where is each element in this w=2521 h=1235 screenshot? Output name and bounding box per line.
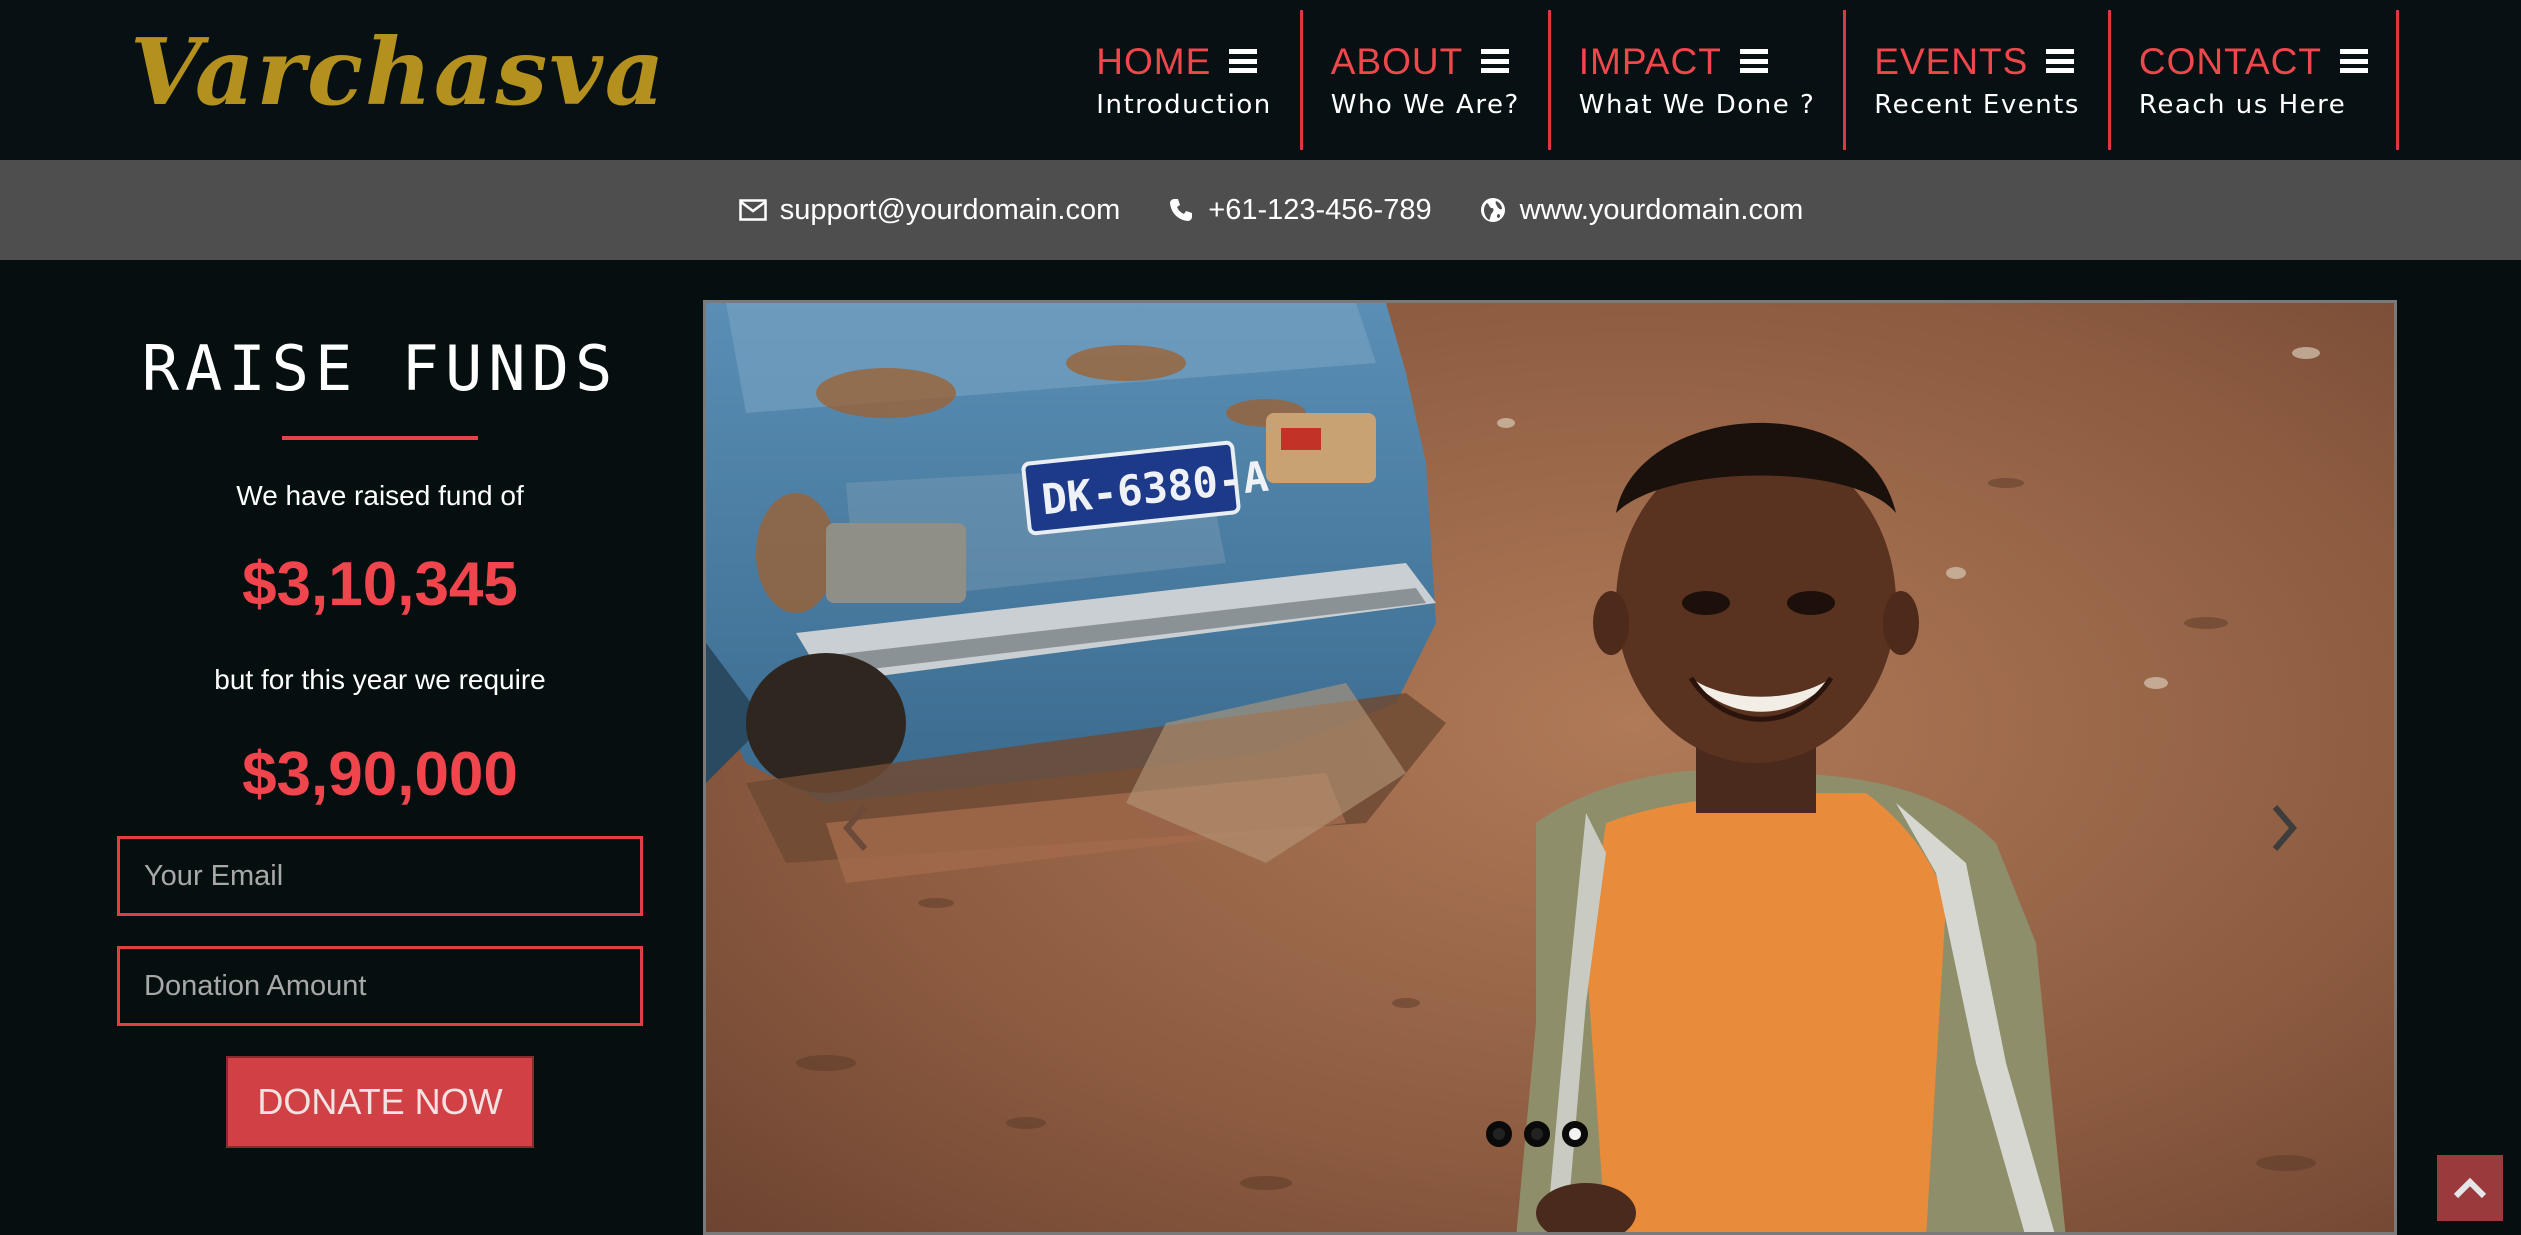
contact-website-text: www.yourdomain.com xyxy=(1519,193,1804,226)
nav-item-contact[interactable]: CONTACT Reach us Here xyxy=(2111,10,2399,150)
slider-pagination xyxy=(1486,1121,1588,1147)
require-amount: $3,90,000 xyxy=(242,740,518,809)
nav-item-subtitle: Recent Events xyxy=(1874,89,2080,120)
nav-item-impact[interactable]: IMPACT What We Done ? xyxy=(1551,10,1847,150)
bars-icon xyxy=(2046,49,2075,73)
nav-item-title: EVENTS xyxy=(1874,40,2029,82)
fund-title-divider xyxy=(282,436,478,440)
slide-photo: DK-6380-A xyxy=(706,303,2394,1232)
nav-item-title: IMPACT xyxy=(1578,40,1722,82)
site-header: Varchasva HOME Introduction ABOUT Who We… xyxy=(0,0,2521,160)
envelope-icon xyxy=(738,195,768,225)
nav-item-subtitle: Introduction xyxy=(1096,89,1272,120)
main-nav: HOME Introduction ABOUT Who We Are? IMPA… xyxy=(1096,10,2399,150)
bars-icon xyxy=(1229,49,1258,73)
nav-item-home[interactable]: HOME Introduction xyxy=(1096,10,1303,150)
donate-now-button[interactable]: DONATE NOW xyxy=(226,1056,534,1148)
contact-email-text: support@yourdomain.com xyxy=(779,193,1121,226)
email-field[interactable] xyxy=(117,836,643,916)
site-logo[interactable]: Varchasva xyxy=(130,26,666,118)
contact-website[interactable]: www.yourdomain.com xyxy=(1478,193,1804,227)
contact-phone[interactable]: +61-123-456-789 xyxy=(1166,193,1432,227)
slider-dot-3[interactable] xyxy=(1562,1121,1588,1147)
slider-prev-button[interactable] xyxy=(826,793,886,863)
nav-item-title: HOME xyxy=(1096,40,1212,82)
globe-icon xyxy=(1478,195,1508,225)
raised-amount: $3,10,345 xyxy=(242,550,518,619)
raise-funds-panel: RAISE FUNDS We have raised fund of $3,10… xyxy=(117,300,643,1148)
chevron-left-icon xyxy=(843,805,868,851)
slider-dot-2[interactable] xyxy=(1524,1121,1550,1147)
contact-bar: support@yourdomain.com +61-123-456-789 w… xyxy=(0,160,2521,260)
contact-email[interactable]: support@yourdomain.com xyxy=(738,193,1121,227)
donation-amount-field[interactable] xyxy=(117,946,643,1026)
slider-dot-1[interactable] xyxy=(1486,1121,1512,1147)
chevron-up-icon xyxy=(2453,1177,2487,1199)
bars-icon xyxy=(1739,49,1768,73)
nav-item-title: ABOUT xyxy=(1330,40,1464,82)
require-label: but for this year we require xyxy=(214,664,546,695)
fund-title: RAISE FUNDS xyxy=(141,332,619,405)
nav-item-subtitle: Reach us Here xyxy=(2138,89,2347,120)
nav-item-about[interactable]: ABOUT Who We Are? xyxy=(1303,10,1551,150)
contact-phone-text: +61-123-456-789 xyxy=(1208,193,1432,226)
image-slider: DK-6380-A xyxy=(703,300,2397,1235)
nav-item-events[interactable]: EVENTS Recent Events xyxy=(1846,10,2111,150)
nav-item-subtitle: What We Done ? xyxy=(1578,89,1816,120)
bars-icon xyxy=(2340,49,2368,73)
back-to-top-button[interactable] xyxy=(2437,1155,2503,1221)
slider-next-button[interactable] xyxy=(2254,793,2314,863)
nav-item-title: CONTACT xyxy=(2138,40,2322,82)
phone-icon xyxy=(1166,195,1196,225)
raised-label: We have raised fund of xyxy=(236,480,524,511)
bars-icon xyxy=(1481,49,1510,73)
nav-item-subtitle: Who We Are? xyxy=(1330,89,1520,120)
chevron-right-icon xyxy=(2272,805,2297,851)
